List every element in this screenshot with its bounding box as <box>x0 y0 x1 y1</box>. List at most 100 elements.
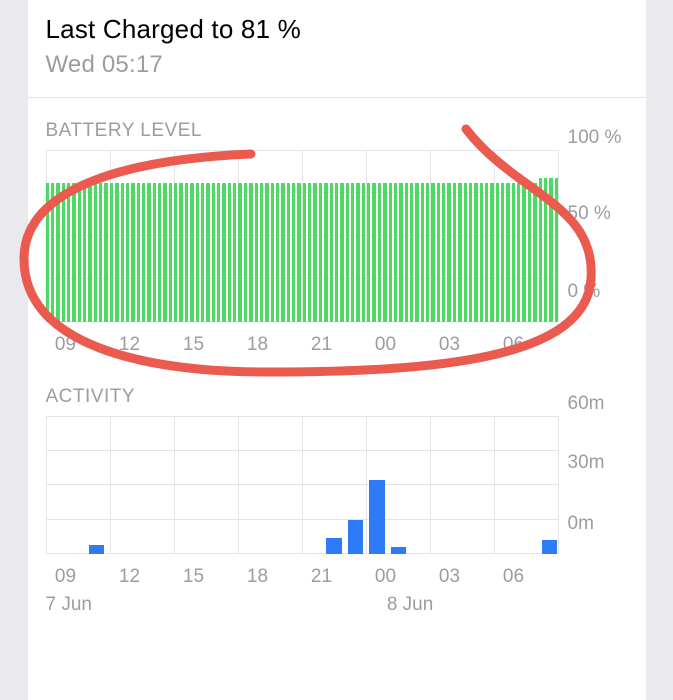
battery-bar <box>367 183 370 322</box>
battery-bar <box>153 183 156 322</box>
battery-bar <box>469 183 472 322</box>
battery-bar <box>426 183 429 322</box>
battery-bar <box>142 183 145 322</box>
y-tick: 60m <box>568 393 605 415</box>
battery-bar <box>356 183 359 322</box>
x-tick: 18 <box>247 566 268 588</box>
battery-bar <box>297 183 300 322</box>
x-tick: 21 <box>311 566 332 588</box>
battery-bar <box>346 183 349 322</box>
battery-bar <box>179 183 182 322</box>
battery-bar <box>335 183 338 322</box>
battery-level-chart: 100 %50 %0 % <box>46 150 628 322</box>
battery-bar <box>405 183 408 322</box>
battery-bar <box>501 183 504 322</box>
x-tick: 03 <box>439 566 460 588</box>
battery-bar <box>228 183 231 322</box>
battery-bar <box>319 183 322 322</box>
battery-bar <box>533 183 536 322</box>
y-tick: 0m <box>568 513 594 535</box>
battery-x-axis: 0912151821000306 <box>46 334 628 360</box>
battery-bar <box>233 183 236 322</box>
battery-bar <box>383 183 386 322</box>
page-subtitle: Wed 05:17 <box>46 51 628 79</box>
battery-bar <box>389 183 392 322</box>
x-tick: 15 <box>183 334 204 356</box>
activity-bar <box>348 520 364 555</box>
battery-bar <box>281 183 284 322</box>
battery-bar <box>330 183 333 322</box>
x-tick: 18 <box>247 334 268 356</box>
activity-bar <box>369 480 385 554</box>
battery-bar <box>137 183 140 322</box>
y-tick: 100 % <box>568 127 622 149</box>
battery-bar <box>421 183 424 322</box>
x-tick: 09 <box>55 334 76 356</box>
divider <box>28 97 646 98</box>
x-tick: 21 <box>311 334 332 356</box>
battery-bar <box>169 183 172 322</box>
battery-bar <box>88 183 91 322</box>
battery-bar <box>539 178 542 322</box>
battery-bar <box>292 183 295 322</box>
battery-bar <box>56 183 59 322</box>
battery-bar <box>464 183 467 322</box>
battery-bar <box>46 183 49 322</box>
battery-bar <box>104 183 107 322</box>
x-tick: 15 <box>183 566 204 588</box>
battery-bar <box>131 183 134 322</box>
battery-bar <box>474 183 477 322</box>
battery-bar <box>115 183 118 322</box>
battery-bar <box>185 183 188 322</box>
activity-date-row: 7 Jun 8 Jun <box>46 594 628 620</box>
battery-bar <box>480 183 483 322</box>
battery-bar <box>174 183 177 322</box>
y-tick: 0 % <box>568 281 601 303</box>
x-tick: 09 <box>55 566 76 588</box>
battery-bar <box>431 183 434 322</box>
battery-bar <box>528 183 531 322</box>
battery-bar <box>458 183 461 322</box>
page-title: Last Charged to 81 % <box>46 14 628 45</box>
activity-bar <box>542 540 558 554</box>
battery-bar <box>121 183 124 322</box>
battery-bar <box>147 183 150 322</box>
battery-bar <box>442 183 445 322</box>
battery-bar <box>313 183 316 322</box>
battery-bar <box>244 183 247 322</box>
date-label: 7 Jun <box>46 594 92 616</box>
battery-bar <box>126 183 129 322</box>
battery-bar <box>410 183 413 322</box>
y-tick: 50 % <box>568 203 611 225</box>
battery-bar <box>99 183 102 322</box>
battery-bar <box>51 183 54 322</box>
battery-bar <box>351 183 354 322</box>
battery-bar <box>372 183 375 322</box>
battery-bar <box>324 183 327 322</box>
battery-bar <box>496 183 499 322</box>
activity-bar <box>391 547 407 554</box>
battery-bar <box>415 183 418 322</box>
battery-bar <box>287 183 290 322</box>
battery-bar <box>78 183 81 322</box>
battery-bar <box>206 183 209 322</box>
activity-label: ACTIVITY <box>46 386 628 408</box>
battery-bar <box>549 178 552 322</box>
x-tick: 00 <box>375 334 396 356</box>
battery-bar <box>394 183 397 322</box>
battery-bar <box>255 183 258 322</box>
battery-bar <box>163 183 166 322</box>
battery-bar <box>271 183 274 322</box>
x-tick: 12 <box>119 566 140 588</box>
battery-bar <box>517 183 520 322</box>
battery-bar <box>362 183 365 322</box>
x-tick: 06 <box>503 566 524 588</box>
date-label: 8 Jun <box>387 594 433 616</box>
battery-bar <box>110 183 113 322</box>
battery-bar <box>238 183 241 322</box>
battery-bar <box>437 183 440 322</box>
x-tick: 06 <box>503 334 524 356</box>
x-tick: 12 <box>119 334 140 356</box>
battery-bar <box>94 183 97 322</box>
battery-bar <box>490 183 493 322</box>
